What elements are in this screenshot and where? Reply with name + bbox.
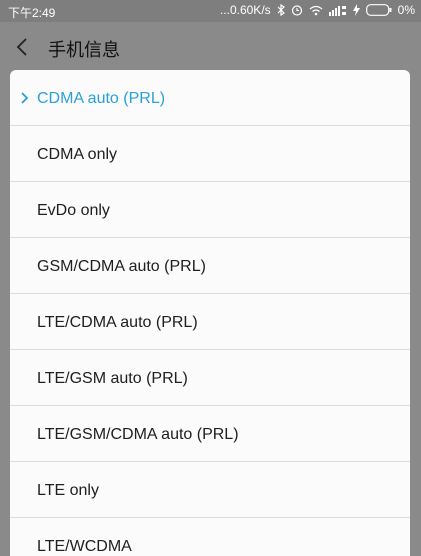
option-lte-cdma-auto-prl[interactable]: LTE/CDMA auto (PRL) — [10, 294, 410, 350]
option-label: LTE/GSM/CDMA auto (PRL) — [37, 426, 239, 443]
option-label: GSM/CDMA auto (PRL) — [37, 258, 206, 275]
app-bar: 手机信息 — [0, 22, 421, 72]
option-lte-gsm-auto-prl[interactable]: LTE/GSM auto (PRL) — [10, 350, 410, 406]
page-title: 手机信息 — [48, 40, 120, 60]
network-speed: ...0.60K/s — [219, 3, 271, 17]
battery-icon — [365, 4, 392, 16]
option-evdo-only[interactable]: EvDo only — [10, 182, 410, 238]
option-cdma-auto-prl[interactable]: CDMA auto (PRL) — [10, 70, 410, 126]
option-label: LTE/WCDMA — [37, 538, 132, 555]
bluetooth-icon — [277, 4, 285, 16]
option-lte-wcdma[interactable]: LTE/WCDMA — [10, 518, 410, 556]
charging-icon — [352, 4, 360, 16]
option-lte-gsm-cdma-auto-prl[interactable]: LTE/GSM/CDMA auto (PRL) — [10, 406, 410, 462]
option-label: LTE/CDMA auto (PRL) — [37, 314, 198, 331]
option-label: CDMA auto (PRL) — [37, 90, 166, 107]
option-label: CDMA only — [37, 146, 118, 163]
network-mode-dialog: CDMA auto (PRL) CDMA only EvDo only GSM/… — [10, 70, 410, 556]
selected-chevron-icon — [21, 92, 29, 104]
option-cdma-only[interactable]: CDMA only — [10, 126, 410, 182]
alarm-icon — [291, 4, 303, 16]
signal-icon — [328, 5, 347, 16]
option-label: LTE/GSM auto (PRL) — [37, 370, 188, 387]
wifi-icon — [309, 5, 323, 16]
option-label: LTE only — [37, 482, 99, 499]
option-lte-only[interactable]: LTE only — [10, 462, 410, 518]
status-icons: ...0.60K/s 0% — [220, 3, 415, 17]
option-gsm-cdma-auto-prl[interactable]: GSM/CDMA auto (PRL) — [10, 238, 410, 294]
status-time: 下午2:49 — [8, 6, 56, 20]
option-label: EvDo only — [37, 202, 110, 219]
battery-percent: 0% — [397, 3, 415, 17]
back-chevron-icon[interactable] — [16, 35, 32, 59]
status-bar: 下午2:49 ...0.60K/s 0% — [0, 0, 421, 22]
